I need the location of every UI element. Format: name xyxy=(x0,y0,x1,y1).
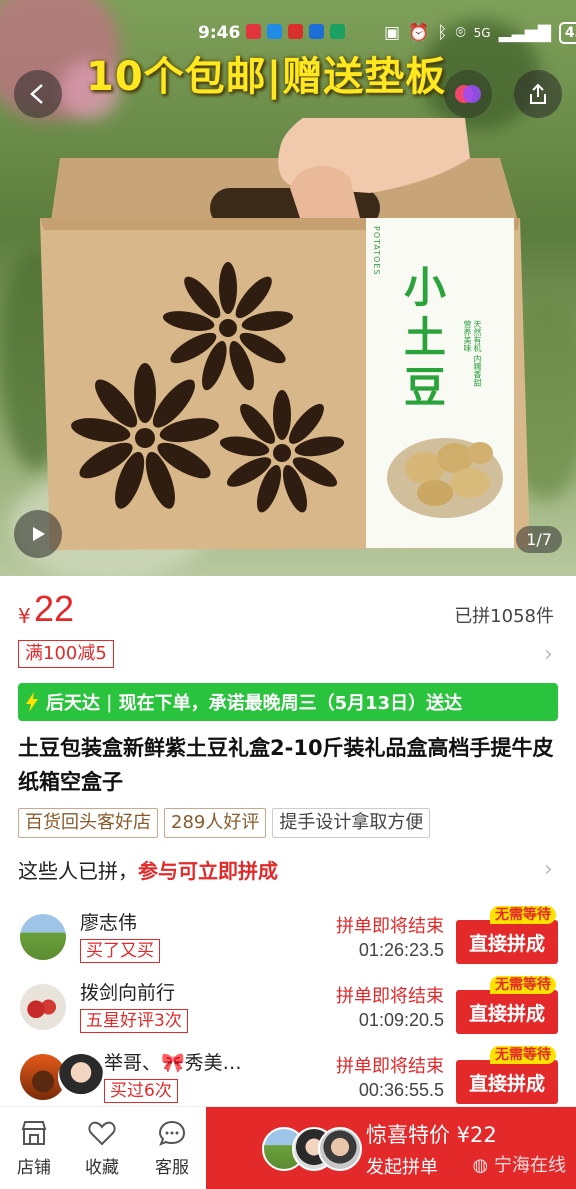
group-member-row: 廖志伟 买了又买 拼单即将结束 01:26:23.5 直接拼成 无需等待 xyxy=(18,906,558,970)
member-name: 举哥、🎀秀美… xyxy=(104,1052,242,1074)
play-video-button[interactable] xyxy=(14,510,62,558)
app-notification-icon xyxy=(330,24,345,39)
signal-icon: ▂▃▅▇ xyxy=(498,23,551,43)
service-nav-label: 客服 xyxy=(155,1158,189,1178)
special-price-label: 惊喜特价 ¥22 xyxy=(366,1123,497,1147)
chevron-left-icon xyxy=(30,84,43,104)
group-buy-prefix: 这些人已拼， xyxy=(18,859,138,883)
lightning-icon xyxy=(26,692,38,712)
group-member-row: 举哥、🎀秀美… 买过6次 拼单即将结束 00:36:55.5 直接拼成 无需等待 xyxy=(18,1046,558,1110)
chevron-right-icon[interactable]: › xyxy=(544,642,553,667)
potatoes-vertical-text: POTATOES xyxy=(372,226,381,276)
app-notification-icon xyxy=(246,24,261,39)
alarm-icon: ⏰ xyxy=(408,23,430,43)
chat-icon xyxy=(158,1120,186,1146)
product-image-carousel[interactable]: POTATOES 小 土 豆 天然有机 内糯香甜 营养美味 10个包邮|赠送垫板… xyxy=(0,0,576,576)
countdown-timer: 01:26:23.5 xyxy=(358,940,444,960)
network-label: 5G xyxy=(473,26,491,40)
sold-count: 已拼1058件 xyxy=(454,606,554,627)
member-badge: 五星好评3次 xyxy=(80,1009,188,1033)
bottom-action-bar: 店铺 收藏 客服 惊喜特价 ¥22 发起拼单 ◍ 宁海在线 xyxy=(0,1106,576,1189)
join-group-button[interactable]: 直接拼成 xyxy=(456,990,558,1034)
currency-symbol: ¥ xyxy=(18,604,31,628)
price-value: 22 xyxy=(34,588,75,629)
delivery-text: 现在下单，承诺最晚周三（5月13日）送达 xyxy=(118,693,463,714)
member-badge: 买过6次 xyxy=(104,1079,178,1103)
watermark-logo-icon: ◍ xyxy=(472,1155,489,1176)
start-group-label: 发起拼单 xyxy=(366,1157,438,1178)
join-group-button[interactable]: 直接拼成 xyxy=(456,920,558,964)
app-logo-icon xyxy=(455,85,481,103)
app-notification-icon xyxy=(309,24,324,39)
delivery-separator: | xyxy=(106,691,113,713)
share-icon xyxy=(530,83,546,104)
app-notification-icon xyxy=(288,24,303,39)
delivery-label: 后天达 xyxy=(46,693,100,714)
side-text: 天然有机 内糯香甜 营养美味 xyxy=(463,320,482,387)
shop-tag: 百货回头客好店 xyxy=(18,808,158,838)
ending-label: 拼单即将结束 xyxy=(336,986,444,1007)
avatar xyxy=(58,1054,104,1100)
location-icon: ⌾ xyxy=(455,23,466,43)
watermark-label: 宁海在线 xyxy=(494,1155,566,1176)
favorite-nav-button[interactable]: 收藏 xyxy=(72,1119,132,1178)
price-row: ¥ 22 已拼1058件 xyxy=(18,588,558,630)
tag-list: 百货回头客好店 289人好评 提手设计拿取方便 xyxy=(18,808,431,838)
avatar xyxy=(20,984,66,1030)
member-name: 拨剑向前行 xyxy=(80,982,176,1004)
feature-tag: 提手设计拿取方便 xyxy=(272,808,431,838)
app-notification-icon xyxy=(267,24,282,39)
store-nav-button[interactable]: 店铺 xyxy=(4,1119,64,1178)
store-icon xyxy=(21,1121,47,1145)
ending-label: 拼单即将结束 xyxy=(336,1056,444,1077)
countdown-timer: 01:09:20.5 xyxy=(358,1010,444,1030)
chevron-right-icon[interactable]: › xyxy=(544,857,553,882)
no-wait-badge: 无需等待 xyxy=(490,906,556,924)
avatar xyxy=(318,1127,362,1171)
promo-banner-text: 10个包邮|赠送垫板 xyxy=(86,54,447,100)
product-box-label: POTATOES 小 土 豆 天然有机 内糯香甜 营养美味 xyxy=(366,220,516,550)
bluetooth-icon: ᛒ xyxy=(437,23,448,43)
status-bar: 9:46 ▣ ⏰ ᛒ ⌾ 5G ▂▃▅▇ 45 xyxy=(0,18,576,48)
service-nav-button[interactable]: 客服 xyxy=(142,1119,202,1178)
group-buy-header[interactable]: 这些人已拼，参与可立即拼成 xyxy=(18,855,278,884)
heart-icon xyxy=(88,1121,116,1146)
watermark-text: ◍ 宁海在线 xyxy=(473,1151,566,1177)
battery-icon: 45 xyxy=(558,22,576,44)
favorite-nav-label: 收藏 xyxy=(85,1158,119,1178)
share-button[interactable] xyxy=(514,70,562,118)
ending-label: 拼单即将结束 xyxy=(336,916,444,937)
avatar xyxy=(20,914,66,960)
product-title: 土豆包装盒新鲜紫土豆礼盒2-10斤装礼品盒高档手提牛皮纸箱空盒子 xyxy=(18,736,554,794)
member-name: 廖志伟 xyxy=(80,912,138,934)
notification-icons xyxy=(246,24,345,39)
play-icon xyxy=(33,527,45,541)
coupon-badge[interactable]: 满100减5 xyxy=(18,640,114,668)
system-icons: ▣ ⏰ ᛒ ⌾ 5G ▂▃▅▇ 45 xyxy=(384,22,576,44)
review-tag[interactable]: 289人好评 xyxy=(164,808,267,838)
no-wait-badge: 无需等待 xyxy=(490,976,556,994)
page-indicator: 1/7 xyxy=(516,526,562,553)
member-badge: 买了又买 xyxy=(80,939,160,963)
join-group-button[interactable]: 直接拼成 xyxy=(456,1060,558,1104)
store-nav-label: 店铺 xyxy=(17,1158,51,1178)
no-wait-badge: 无需等待 xyxy=(490,1046,556,1064)
back-button[interactable] xyxy=(14,70,62,118)
delivery-banner[interactable]: 后天达 | 现在下单，承诺最晚周三（5月13日）送达 xyxy=(18,683,558,721)
group-member-row: 拨剑向前行 五星好评3次 拼单即将结束 01:09:20.5 直接拼成 无需等待 xyxy=(18,976,558,1040)
group-buy-highlight: 参与可立即拼成 xyxy=(138,859,278,883)
app-logo-button[interactable] xyxy=(444,70,492,118)
countdown-timer: 00:36:55.5 xyxy=(358,1080,444,1100)
status-time: 9:46 xyxy=(198,23,241,43)
nfc-icon: ▣ xyxy=(384,23,401,43)
big-char-3: 豆 xyxy=(404,363,447,412)
